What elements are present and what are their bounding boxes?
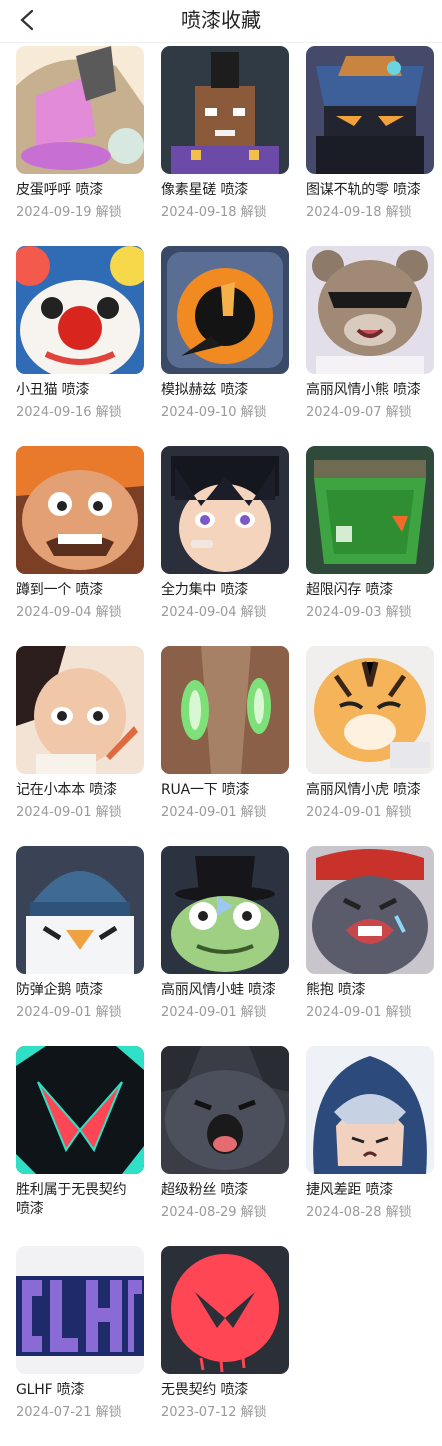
spray-thumbnail	[161, 646, 289, 774]
spray-date: 2024-08-28 解锁	[306, 1205, 412, 1220]
spray-date: 2024-09-04 解锁	[16, 605, 122, 620]
spray-name: 图谋不轨的零 喷漆	[306, 182, 421, 198]
spray-date: 2024-09-19 解锁	[16, 205, 122, 220]
spray-card[interactable]: 模拟赫兹 喷漆 2024-09-10 解锁	[161, 246, 289, 446]
spray-thumbnail	[161, 246, 289, 374]
spray-card[interactable]: 无畏契约 喷漆 2023-07-12 解锁	[161, 1246, 289, 1446]
spray-name: GLHF 喷漆	[16, 1382, 85, 1398]
spray-card[interactable]: 超级粉丝 喷漆 2024-08-29 解锁	[161, 1046, 289, 1246]
spray-date: 2024-09-01 解锁	[306, 1005, 412, 1020]
spray-name: 捷风差距 喷漆	[306, 1182, 394, 1198]
spray-thumbnail	[16, 46, 144, 174]
spray-date: 2024-09-16 解锁	[16, 405, 122, 420]
spray-thumbnail	[306, 46, 434, 174]
spray-name: 高丽风情小虎 喷漆	[306, 782, 421, 798]
spray-date: 2024-08-29 解锁	[161, 1205, 267, 1220]
spray-date: 2024-09-04 解锁	[161, 605, 267, 620]
spray-thumbnail	[16, 846, 144, 974]
spray-thumbnail	[16, 446, 144, 574]
spray-thumbnail	[16, 1246, 144, 1374]
spray-thumbnail	[306, 846, 434, 974]
spray-name: 无畏契约 喷漆	[161, 1382, 249, 1398]
spray-name: 高丽风情小蛙 喷漆	[161, 982, 276, 998]
spray-name: 皮蛋呼呼 喷漆	[16, 182, 104, 198]
spray-card[interactable]: 蹲到一个 喷漆 2024-09-04 解锁	[16, 446, 144, 646]
spray-name: 像素星磋 喷漆	[161, 182, 249, 198]
spray-name: RUA一下 喷漆	[161, 782, 250, 798]
spray-grid: 皮蛋呼呼 喷漆 2024-09-19 解锁 像素星磋 喷漆 2024-09-18…	[0, 43, 442, 1446]
spray-thumbnail	[16, 646, 144, 774]
spray-thumbnail	[161, 1246, 289, 1374]
spray-date: 2024-09-01 解锁	[16, 1005, 122, 1020]
spray-date: 2024-09-07 解锁	[306, 405, 412, 420]
spray-card[interactable]: 熊抱 喷漆 2024-09-01 解锁	[306, 846, 434, 1046]
spray-name: 胜利属于无畏契约 喷漆	[16, 1182, 127, 1217]
spray-date: 2024-09-01 解锁	[161, 1005, 267, 1020]
spray-card[interactable]: 像素星磋 喷漆 2024-09-18 解锁	[161, 46, 289, 246]
spray-card[interactable]: 记在小本本 喷漆 2024-09-01 解锁	[16, 646, 144, 846]
spray-thumbnail	[306, 246, 434, 374]
spray-date: 2023-07-12 解锁	[161, 1405, 267, 1420]
spray-card[interactable]: 小丑猫 喷漆 2024-09-16 解锁	[16, 246, 144, 446]
spray-date: 2024-09-01 解锁	[16, 805, 122, 820]
spray-date: 2024-09-18 解锁	[306, 205, 412, 220]
spray-card[interactable]: 全力集中 喷漆 2024-09-04 解锁	[161, 446, 289, 646]
spray-name: 熊抱 喷漆	[306, 982, 366, 998]
spray-thumbnail	[306, 646, 434, 774]
spray-card[interactable]: 高丽风情小蛙 喷漆 2024-09-01 解锁	[161, 846, 289, 1046]
spray-card[interactable]: 防弹企鹅 喷漆 2024-09-01 解锁	[16, 846, 144, 1046]
spray-date: 2024-09-18 解锁	[161, 205, 267, 220]
top-bar: 喷漆收藏	[0, 0, 442, 43]
spray-thumbnail	[306, 1046, 434, 1174]
page-title: 喷漆收藏	[181, 8, 261, 32]
spray-thumbnail	[161, 846, 289, 974]
spray-name: 蹲到一个 喷漆	[16, 582, 104, 598]
spray-thumbnail	[16, 246, 144, 374]
spray-name: 记在小本本 喷漆	[16, 782, 117, 798]
spray-thumbnail	[161, 1046, 289, 1174]
spray-name: 模拟赫兹 喷漆	[161, 382, 249, 398]
spray-card[interactable]: GLHF 喷漆 2024-07-21 解锁	[16, 1246, 144, 1446]
spray-card[interactable]: 高丽风情小熊 喷漆 2024-09-07 解锁	[306, 246, 434, 446]
spray-thumbnail	[161, 446, 289, 574]
spray-thumbnail	[306, 446, 434, 574]
spray-date: 2024-09-03 解锁	[306, 605, 412, 620]
spray-name: 防弹企鹅 喷漆	[16, 982, 104, 998]
spray-card[interactable]: 超限闪存 喷漆 2024-09-03 解锁	[306, 446, 434, 646]
spray-name: 高丽风情小熊 喷漆	[306, 382, 421, 398]
spray-card[interactable]: 胜利属于无畏契约 喷漆	[16, 1046, 144, 1246]
spray-card[interactable]: 高丽风情小虎 喷漆 2024-09-01 解锁	[306, 646, 434, 846]
spray-date: 2024-07-21 解锁	[16, 1405, 122, 1420]
spray-card[interactable]: 图谋不轨的零 喷漆 2024-09-18 解锁	[306, 46, 434, 246]
spray-thumbnail	[161, 46, 289, 174]
spray-name: 超级粉丝 喷漆	[161, 1182, 249, 1198]
spray-name: 小丑猫 喷漆	[16, 382, 90, 398]
spray-card[interactable]: RUA一下 喷漆 2024-09-01 解锁	[161, 646, 289, 846]
spray-thumbnail	[16, 1046, 144, 1174]
spray-date: 2024-09-01 解锁	[306, 805, 412, 820]
spray-card[interactable]: 皮蛋呼呼 喷漆 2024-09-19 解锁	[16, 46, 144, 246]
spray-card[interactable]: 捷风差距 喷漆 2024-08-28 解锁	[306, 1046, 434, 1246]
spray-date: 2024-09-01 解锁	[161, 805, 267, 820]
spray-date: 2024-09-10 解锁	[161, 405, 267, 420]
spray-name: 超限闪存 喷漆	[306, 582, 394, 598]
spray-name: 全力集中 喷漆	[161, 582, 249, 598]
